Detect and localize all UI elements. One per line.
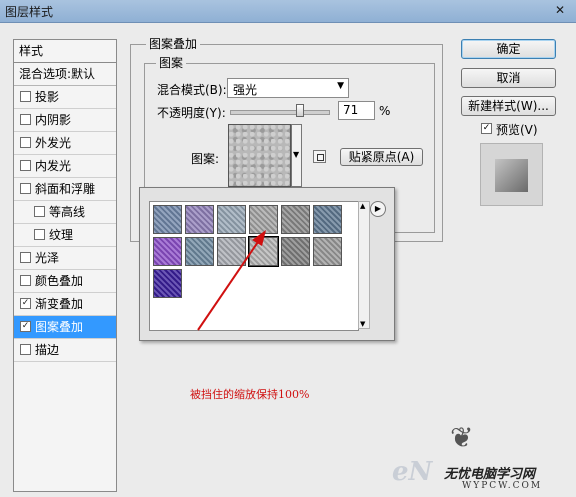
pattern-grid	[149, 201, 359, 331]
style-item-checkbox[interactable]	[20, 183, 31, 194]
pattern-overlay-title: 图案叠加	[146, 35, 201, 52]
pattern-scrollbar[interactable]: ▲ ▼	[358, 201, 370, 329]
opacity-unit: %	[379, 104, 391, 118]
pattern-subgroup-title: 图案	[156, 54, 187, 71]
blend-mode-value: 强光	[233, 83, 258, 97]
pattern-swatch[interactable]	[249, 205, 278, 234]
style-item-label: 图案叠加	[35, 320, 84, 334]
cancel-button[interactable]: 取消	[461, 68, 556, 88]
scroll-up-icon[interactable]: ▲	[360, 202, 365, 210]
style-item-checkbox[interactable]	[34, 229, 45, 240]
pattern-swatch[interactable]	[313, 205, 342, 234]
pattern-swatch[interactable]	[185, 237, 214, 266]
style-item-checkbox[interactable]	[20, 114, 31, 125]
annotation-text: 被挡住的缩放保持100%	[190, 388, 310, 401]
style-item-label: 渐变叠加	[35, 297, 84, 311]
chevron-down-icon: ▼	[293, 150, 300, 159]
pattern-swatch[interactable]	[281, 237, 310, 266]
opacity-slider-thumb[interactable]	[295, 104, 304, 117]
preview-label[interactable]: 预览(V)	[496, 121, 538, 138]
style-item-label: 颜色叠加	[35, 274, 84, 288]
style-item[interactable]: 等高线	[14, 201, 116, 224]
style-item-label: 内发光	[35, 159, 72, 173]
style-item[interactable]: 投影	[14, 86, 116, 109]
style-item-checkbox[interactable]	[34, 206, 45, 217]
pattern-dropdown-button[interactable]: ▼	[291, 124, 302, 187]
style-item[interactable]: ✓ 渐变叠加	[14, 293, 116, 316]
style-item-label: 斜面和浮雕	[35, 182, 96, 196]
styles-header[interactable]: 样式	[14, 40, 116, 63]
style-item-checkbox[interactable]	[20, 91, 31, 102]
preview-checkbox[interactable]: ✓	[481, 123, 492, 134]
style-item-checkbox[interactable]	[20, 252, 31, 263]
opacity-label: 不透明度(Y):	[157, 106, 226, 120]
style-item[interactable]: 光泽	[14, 247, 116, 270]
opacity-input[interactable]: 71	[338, 101, 375, 120]
style-item[interactable]: 外发光	[14, 132, 116, 155]
style-item-checkbox[interactable]	[20, 344, 31, 355]
pattern-picker-popup: ▲ ▼ ▶	[139, 187, 395, 341]
style-item[interactable]: ✓ 图案叠加	[14, 316, 116, 339]
style-item-checkbox[interactable]	[20, 275, 31, 286]
opacity-value: 71	[343, 103, 359, 117]
scroll-down-icon[interactable]: ▼	[360, 320, 365, 328]
pattern-preview[interactable]	[228, 124, 291, 187]
style-item[interactable]: 纹理	[14, 224, 116, 247]
style-item-label: 外发光	[35, 136, 72, 150]
style-item[interactable]: 内发光	[14, 155, 116, 178]
opacity-slider-track[interactable]	[230, 110, 330, 115]
snap-origin-button[interactable]: 贴紧原点(A)	[340, 148, 423, 166]
window-title: 图层样式	[5, 5, 54, 19]
style-item-checkbox[interactable]: ✓	[20, 321, 31, 332]
pattern-swatch[interactable]	[217, 205, 246, 234]
style-item-checkbox[interactable]	[20, 137, 31, 148]
blend-mode-label: 混合模式(B):	[157, 83, 227, 97]
style-item-checkbox[interactable]: ✓	[20, 298, 31, 309]
preview-thumbnail	[480, 143, 543, 206]
blend-options-item[interactable]: 混合选项:默认	[14, 63, 116, 86]
style-item-label: 描边	[35, 343, 60, 357]
watermark-url: WYPCW.COM	[462, 481, 543, 491]
pattern-swatch[interactable]	[313, 237, 342, 266]
picker-menu-icon[interactable]: ▶	[370, 201, 386, 217]
pattern-label: 图案:	[191, 152, 220, 166]
pattern-swatch[interactable]	[153, 237, 182, 266]
butterfly-icon: ❦	[450, 421, 474, 454]
pattern-swatch[interactable]	[185, 205, 214, 234]
style-item-label: 等高线	[49, 205, 86, 219]
style-item-label: 光泽	[35, 251, 60, 265]
style-item-label: 纹理	[49, 228, 74, 242]
title-bar: 图层样式 ✕	[0, 0, 576, 23]
style-item-label: 投影	[35, 90, 60, 104]
ok-button[interactable]: 确定	[461, 39, 556, 59]
pattern-swatch[interactable]	[217, 237, 246, 266]
pattern-swatch[interactable]	[248, 236, 279, 267]
watermark-site-cn: 无忧电脑学习网	[444, 467, 536, 482]
style-item[interactable]: 内阴影	[14, 109, 116, 132]
close-icon[interactable]: ✕	[550, 1, 570, 19]
blend-mode-select[interactable]: 强光 ▼	[227, 78, 349, 98]
pattern-swatch[interactable]	[153, 269, 182, 298]
style-item-label: 内阴影	[35, 113, 72, 127]
watermark-brand: eN	[392, 457, 433, 487]
new-style-button[interactable]: 新建样式(W)...	[461, 96, 556, 116]
menu-arrow: ▶	[374, 204, 382, 213]
style-item[interactable]: 描边	[14, 339, 116, 362]
pattern-swatch[interactable]	[281, 205, 310, 234]
style-item-checkbox[interactable]	[20, 160, 31, 171]
pattern-swatch[interactable]	[153, 205, 182, 234]
styles-list: 样式 混合选项:默认 投影内阴影外发光内发光斜面和浮雕等高线纹理光泽颜色叠加 ✓ 渐…	[13, 39, 117, 492]
style-item[interactable]: 斜面和浮雕	[14, 178, 116, 201]
chevron-down-icon: ▼	[337, 81, 344, 91]
new-preset-icon[interactable]	[313, 150, 326, 163]
style-item[interactable]: 颜色叠加	[14, 270, 116, 293]
